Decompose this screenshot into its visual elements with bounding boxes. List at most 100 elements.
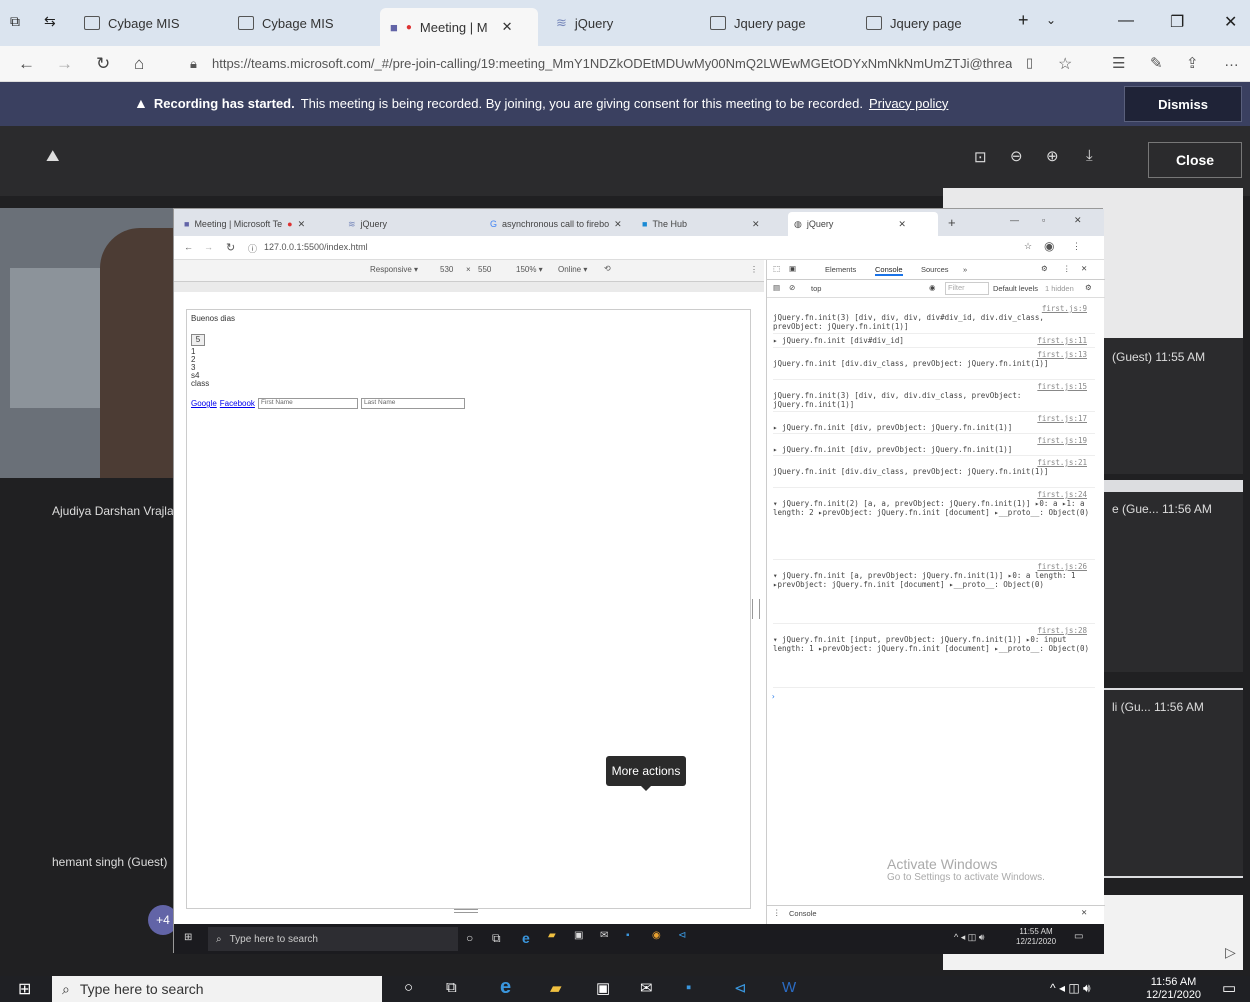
tray-icons[interactable]: ^ ◂ ◫ 🔊︎ <box>954 932 984 943</box>
profile-icon[interactable]: ◉ <box>1044 239 1054 253</box>
gear-icon[interactable]: ⚙ <box>1085 283 1092 292</box>
close-viewer-button[interactable]: Close <box>1148 142 1242 178</box>
tab-actions-icon[interactable]: ⧉ <box>10 13 20 30</box>
network-select[interactable]: Online ▾ <box>558 265 587 274</box>
close-tab-icon[interactable]: ✕ <box>898 219 906 230</box>
favorite-icon[interactable]: ☆ <box>1058 54 1072 74</box>
drawer-tab-console[interactable]: Console <box>789 909 817 918</box>
filter-input[interactable]: Filter <box>945 282 989 295</box>
word-icon[interactable]: W <box>782 979 796 996</box>
explorer-icon[interactable]: ▰ <box>550 979 562 997</box>
inner-tab-jquery[interactable]: ≋ jQuery <box>342 212 482 236</box>
source-link[interactable]: first.js:24 <box>1037 490 1087 499</box>
cortana-icon[interactable]: ○ <box>466 931 473 945</box>
clear-icon[interactable]: ⊘ <box>789 283 795 292</box>
close-icon[interactable]: ✕ <box>1081 264 1087 273</box>
last-name-input[interactable]: Last Name <box>360 398 465 409</box>
share-icon[interactable]: ⇪ <box>1186 54 1199 72</box>
resize-handle-bottom[interactable] <box>454 909 478 913</box>
page-button[interactable]: 5 <box>191 334 205 346</box>
gear-icon[interactable]: ⚙ <box>1041 264 1048 273</box>
close-tab-icon[interactable]: ✕ <box>502 19 513 35</box>
inner-tab-jquery-active[interactable]: ◍ jQuery ✕ <box>788 212 938 236</box>
sidebar-icon[interactable]: ▤ <box>773 283 780 292</box>
levels-select[interactable]: Default levels <box>993 284 1038 293</box>
cortana-icon[interactable]: ○ <box>404 979 413 996</box>
zoom-select[interactable]: 150% ▾ <box>516 265 543 274</box>
tab-jquery-page-2[interactable]: Jquery page <box>856 6 972 40</box>
console-line[interactable]: first.js:28 ▾ jQuery.fn.init [input, prev… <box>773 626 1095 688</box>
inner-tab-async[interactable]: Gasynchronous call to firebo ✕ <box>484 212 634 236</box>
console-line[interactable]: first.js:15 jQuery.fn.init(3) [div, div, … <box>773 382 1095 412</box>
mail-icon[interactable]: ✉ <box>600 930 608 941</box>
more-icon[interactable]: ⋮ <box>773 908 781 917</box>
url-field[interactable]: https://teams.microsoft.com/_#/pre-join-… <box>212 56 1012 71</box>
home-icon[interactable]: ⌂ <box>134 54 144 74</box>
edge-icon[interactable]: e <box>522 930 530 946</box>
forward-icon[interactable]: → <box>56 54 73 74</box>
menu-icon[interactable]: ⋮ <box>1072 241 1081 252</box>
console-line[interactable]: first.js:26 ▾ jQuery.fn.init [a, prevObje… <box>773 562 1095 624</box>
inner-tab-hub[interactable]: ■ The Hub ✕ <box>636 212 786 236</box>
source-link[interactable]: first.js:17 <box>1037 414 1087 423</box>
console-line[interactable]: first.js:13 jQuery.fn.init [div.div_class… <box>773 350 1095 380</box>
facebook-link[interactable]: Facebook <box>220 399 255 408</box>
vscode-icon[interactable]: ⊲ <box>678 930 686 941</box>
minimize-icon[interactable]: — <box>1118 12 1134 30</box>
more-icon[interactable]: … <box>1224 53 1239 70</box>
rotate-icon[interactable]: ⟲ <box>604 264 611 273</box>
chevron-down-icon[interactable]: ⌄ <box>1046 13 1056 27</box>
favorites-list-icon[interactable]: ☰ <box>1112 54 1125 72</box>
source-link[interactable]: first.js:9 <box>1042 304 1087 313</box>
tab-sources[interactable]: Sources <box>921 265 949 274</box>
google-link[interactable]: Google <box>191 399 217 408</box>
send-icon[interactable]: ▷ <box>1225 944 1236 961</box>
minimize-icon[interactable]: — <box>1010 215 1019 225</box>
refresh-icon[interactable]: ↻ <box>226 241 235 254</box>
pen-icon[interactable]: ✎ <box>1150 54 1163 72</box>
store-icon[interactable]: ▣ <box>596 979 610 997</box>
close-window-icon[interactable]: ✕ <box>1074 215 1082 226</box>
inner-url-field[interactable]: 127.0.0.1:5500/index.html <box>264 242 368 252</box>
mail-icon[interactable]: ✉ <box>640 979 653 997</box>
restore-icon[interactable]: ❐ <box>1170 12 1184 32</box>
source-link[interactable]: first.js:11 <box>1037 336 1087 345</box>
notification-icon[interactable]: ▭ <box>1074 931 1083 942</box>
source-link[interactable]: first.js:21 <box>1037 458 1087 467</box>
vscode-icon[interactable]: ⊲ <box>734 979 747 997</box>
task-view-icon[interactable]: ⧉ <box>446 979 457 996</box>
refresh-icon[interactable]: ↻ <box>96 54 110 74</box>
tab-jquery-page-1[interactable]: Jquery page <box>700 6 816 40</box>
inner-search-box[interactable]: ⌕ Type here to search <box>208 927 458 951</box>
console-line[interactable]: first.js:19 ▸ jQuery.fn.init [div, prevOb… <box>773 436 1095 456</box>
source-link[interactable]: first.js:28 <box>1037 626 1087 635</box>
chrome-icon[interactable]: ◉ <box>652 930 661 941</box>
zoom-in-icon[interactable]: ⊕ <box>1046 147 1059 165</box>
device-icon[interactable]: ▣ <box>789 264 796 273</box>
first-name-input[interactable]: First Name <box>257 398 358 409</box>
source-link[interactable]: first.js:26 <box>1037 562 1087 571</box>
source-link[interactable]: first.js:13 <box>1037 350 1087 359</box>
task-view-icon[interactable]: ⧉ <box>492 931 501 946</box>
tab-meeting[interactable]: ■ ● Meeting | M ✕ <box>380 8 538 46</box>
console-line[interactable]: first.js:21 jQuery.fn.init [div.div_class… <box>773 458 1095 488</box>
taskbar-clock[interactable]: 11:56 AM 12/21/2020 <box>1146 976 1201 1002</box>
responsive-select[interactable]: Responsive ▾ <box>370 265 418 274</box>
zoom-out-icon[interactable]: ⊖ <box>1010 147 1023 165</box>
tab-elements[interactable]: Elements <box>825 265 856 274</box>
close-tab-icon[interactable]: ✕ <box>614 219 622 230</box>
new-tab-icon[interactable]: + <box>948 215 956 230</box>
close-tab-icon[interactable]: ✕ <box>752 219 760 230</box>
console-line[interactable]: first.js:17 ▸ jQuery.fn.init [div, prevOb… <box>773 414 1095 434</box>
tab-jquery[interactable]: ≋ jQuery <box>546 6 623 40</box>
source-link[interactable]: first.js:19 <box>1037 436 1087 445</box>
windows-icon[interactable]: ⊞ <box>18 979 31 999</box>
download-icon[interactable]: ⤓ <box>1086 147 1093 164</box>
restore-icon[interactable]: ▫ <box>1042 215 1045 225</box>
store-icon[interactable]: ▣ <box>574 930 583 941</box>
explorer-icon[interactable]: ▰ <box>548 930 556 941</box>
inner-tab-meeting[interactable]: ■ Meeting | Microsoft Te ● ✕ <box>178 212 338 236</box>
source-link[interactable]: first.js:15 <box>1037 382 1087 391</box>
context-select[interactable]: top <box>811 284 821 293</box>
back-icon[interactable]: ← <box>184 242 193 252</box>
